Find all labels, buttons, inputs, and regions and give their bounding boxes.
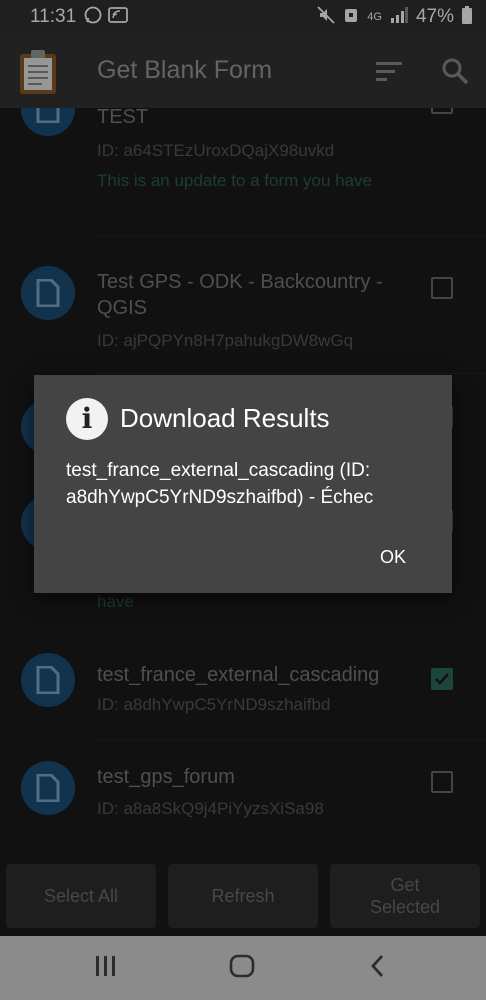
info-icon: i [66, 398, 108, 440]
dialog-title: Download Results [120, 403, 330, 433]
dialog-message: test_france_external_cascading (ID: a8dh… [66, 460, 374, 508]
download-results-dialog: i Download Results test_france_external_… [34, 375, 452, 593]
ok-button[interactable]: OK [374, 545, 412, 570]
